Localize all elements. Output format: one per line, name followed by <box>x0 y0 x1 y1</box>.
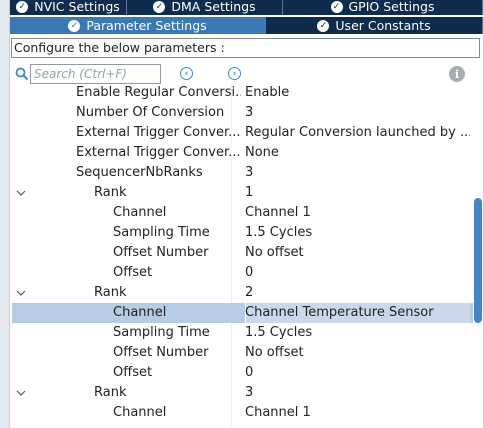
search-icon <box>15 67 29 81</box>
search-input[interactable] <box>30 64 161 84</box>
check-circle-icon: ✓ <box>68 19 81 32</box>
tree-row[interactable]: External Trigger Conver... Regular Conver… <box>12 123 473 143</box>
check-circle-icon: ✓ <box>153 0 166 13</box>
param-label: Offset Number <box>113 345 209 360</box>
param-value[interactable]: 1.5 Cycles <box>245 323 470 343</box>
tree-row[interactable]: Channel Channel 1 <box>12 203 473 223</box>
param-value[interactable]: 1 <box>245 183 470 203</box>
param-value[interactable]: 1.5 Cycles <box>245 223 470 243</box>
tree-row-group[interactable]: Rank 2 <box>12 283 473 303</box>
tree-row-group[interactable]: Rank 1 <box>12 183 473 203</box>
param-label: Rank <box>94 185 127 200</box>
tree-row[interactable]: Offset 0 <box>12 363 473 383</box>
next-icon[interactable]: › <box>228 67 241 80</box>
param-value[interactable]: None <box>245 143 470 163</box>
param-label: External Trigger Conver... <box>76 125 241 140</box>
param-value[interactable]: Channel 1 <box>245 403 470 423</box>
chevron-down-icon[interactable] <box>16 183 28 203</box>
param-label: Sampling Time <box>113 325 210 340</box>
param-value[interactable]: Regular Conversion launched by ... <box>245 123 470 143</box>
tab-gpio-settings[interactable]: ✓ GPIO Settings <box>283 0 483 15</box>
param-value[interactable]: 3 <box>245 103 470 123</box>
tree-row[interactable]: Offset 0 <box>12 263 473 283</box>
tree-row[interactable]: Offset Number No offset <box>12 243 473 263</box>
param-label: Offset <box>113 265 153 280</box>
tab-label: Parameter Settings <box>86 18 207 33</box>
param-label: Offset Number <box>113 245 209 260</box>
tree-row[interactable]: SequencerNbRanks 3 <box>12 163 473 183</box>
tree-row[interactable]: Channel Channel 1 <box>12 403 473 423</box>
tab-nvic-settings[interactable]: ✓ NVIC Settings <box>10 0 127 15</box>
param-value[interactable]: 3 <box>245 383 470 403</box>
param-value[interactable]: Channel Temperature Sensor <box>245 303 470 323</box>
param-label: Enable Regular Conversi... <box>76 85 241 100</box>
param-value[interactable]: 0 <box>245 263 470 283</box>
check-circle-icon: ✓ <box>16 0 29 13</box>
tab-label: GPIO Settings <box>348 0 435 14</box>
info-icon[interactable]: i <box>449 66 465 82</box>
check-circle-icon: ✓ <box>330 0 343 13</box>
tree-row[interactable]: Channel Channel Temperature Sensor <box>12 303 473 323</box>
tab-label: NVIC Settings <box>34 0 120 14</box>
param-value[interactable]: 2 <box>245 283 470 303</box>
chevron-down-icon[interactable] <box>16 283 28 303</box>
tree-row[interactable]: Offset Number No offset <box>12 343 473 363</box>
tab-row-second: ✓ Parameter Settings ✓ User Constants <box>10 17 484 34</box>
param-label: SequencerNbRanks <box>76 165 203 180</box>
tree-row[interactable]: Number Of Conversion 3 <box>12 103 473 123</box>
tab-dma-settings[interactable]: ✓ DMA Settings <box>127 0 283 15</box>
check-circle-icon: ✓ <box>317 19 330 32</box>
left-panel-edge <box>0 0 10 428</box>
tab-user-constants[interactable]: ✓ User Constants <box>266 17 483 34</box>
tab-parameter-settings[interactable]: ✓ Parameter Settings <box>10 17 266 34</box>
tab-label: DMA Settings <box>171 0 256 14</box>
tree-row-group[interactable]: Rank 3 <box>12 383 473 403</box>
param-label: Rank <box>94 385 127 400</box>
tab-label: User Constants <box>335 18 431 33</box>
param-label: Channel <box>113 205 167 220</box>
description-box: Configure the below parameters : <box>11 38 480 58</box>
previous-icon[interactable]: ‹ <box>180 67 193 80</box>
tree-row[interactable]: Sampling Time 1.5 Cycles <box>12 323 473 343</box>
param-label: Offset <box>113 365 153 380</box>
param-value[interactable]: 0 <box>245 363 470 383</box>
param-label: Channel <box>113 405 167 420</box>
param-label: Sampling Time <box>113 225 210 240</box>
parameter-tree: Enable Regular Conversi... Enable Number O… <box>12 83 473 428</box>
tree-row[interactable]: Sampling Time 1.5 Cycles <box>12 223 473 243</box>
scrollbar-thumb[interactable] <box>474 198 482 323</box>
tree-row[interactable]: External Trigger Conver... None <box>12 143 473 163</box>
param-value[interactable]: No offset <box>245 343 470 363</box>
tab-row-top: ✓ NVIC Settings ✓ DMA Settings ✓ GPIO Se… <box>10 0 484 15</box>
param-value[interactable]: Enable <box>245 83 470 103</box>
param-label: Channel <box>113 305 167 320</box>
param-value[interactable]: 3 <box>245 163 470 183</box>
tree-row[interactable]: Enable Regular Conversi... Enable <box>12 83 473 103</box>
param-value[interactable]: No offset <box>245 243 470 263</box>
param-label: Rank <box>94 285 127 300</box>
chevron-down-icon[interactable] <box>16 383 28 403</box>
param-value[interactable]: Channel 1 <box>245 203 470 223</box>
param-label: Number Of Conversion <box>76 105 225 120</box>
param-label: External Trigger Conver... <box>76 145 241 160</box>
